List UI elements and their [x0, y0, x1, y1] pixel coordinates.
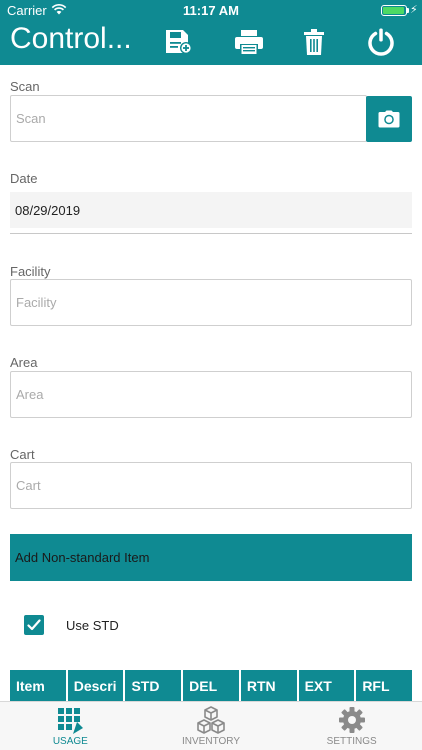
- column-header-del[interactable]: DEL: [183, 670, 241, 701]
- tab-inventory[interactable]: INVENTORY: [141, 702, 282, 750]
- camera-button[interactable]: [366, 96, 412, 142]
- power-icon: [368, 28, 394, 56]
- status-bar: Carrier 11:17 AM ⚡: [0, 0, 422, 20]
- column-header-std[interactable]: STD: [125, 670, 184, 701]
- add-non-standard-item-button[interactable]: Add Non-standard Item: [10, 534, 412, 581]
- tab-inventory-label: INVENTORY: [182, 736, 240, 747]
- use-std-label: Use STD: [66, 618, 119, 633]
- date-field[interactable]: 08/29/2019: [10, 192, 412, 228]
- tab-settings-label: SETTINGS: [326, 736, 377, 747]
- scan-input[interactable]: [11, 96, 366, 141]
- page-title: Control...: [10, 22, 132, 55]
- print-button[interactable]: [229, 23, 269, 61]
- cart-field: [10, 462, 412, 509]
- usage-icon: [58, 708, 84, 734]
- checkmark-icon: [27, 619, 41, 631]
- area-label: Area: [10, 355, 38, 370]
- gear-icon: [338, 707, 365, 733]
- tab-settings[interactable]: SETTINGS: [281, 702, 422, 750]
- save-button[interactable]: [158, 23, 198, 61]
- print-icon: [235, 30, 263, 55]
- tab-usage[interactable]: USAGE: [0, 702, 141, 750]
- tab-usage-label: USAGE: [52, 736, 88, 747]
- clock: 11:17 AM: [183, 3, 239, 18]
- inventory-icon: [197, 706, 225, 734]
- column-header-rfl[interactable]: RFL: [356, 670, 412, 701]
- battery-icon: [381, 5, 407, 16]
- usage-table-header: Item Descri STD DEL RTN EXT RFL: [10, 670, 412, 701]
- column-header-item[interactable]: Item: [10, 670, 68, 701]
- delete-button[interactable]: [294, 23, 334, 61]
- cart-label: Cart: [10, 447, 35, 462]
- date-underline: [10, 233, 412, 234]
- cart-input[interactable]: [11, 463, 411, 508]
- trash-icon: [304, 29, 324, 55]
- navigation-bar: Control...: [0, 20, 422, 65]
- use-std-checkbox[interactable]: [24, 615, 44, 635]
- charging-icon: ⚡: [410, 4, 418, 16]
- camera-icon: [378, 110, 400, 128]
- battery-tip: [407, 8, 409, 13]
- area-input[interactable]: [11, 372, 411, 417]
- column-header-description[interactable]: Descri: [68, 670, 126, 701]
- logout-button[interactable]: [361, 23, 401, 61]
- facility-input[interactable]: [11, 280, 411, 325]
- column-header-rtn[interactable]: RTN: [241, 670, 299, 701]
- date-label: Date: [10, 171, 38, 186]
- facility-field: [10, 279, 412, 326]
- scan-field: [10, 95, 367, 142]
- save-icon: [166, 30, 192, 54]
- area-field: [10, 371, 412, 418]
- tab-bar: USAGE INVENTORY SETTINGS: [0, 701, 422, 750]
- facility-label: Facility: [10, 264, 51, 279]
- scan-label: Scan: [10, 79, 40, 94]
- column-header-ext[interactable]: EXT: [299, 670, 357, 701]
